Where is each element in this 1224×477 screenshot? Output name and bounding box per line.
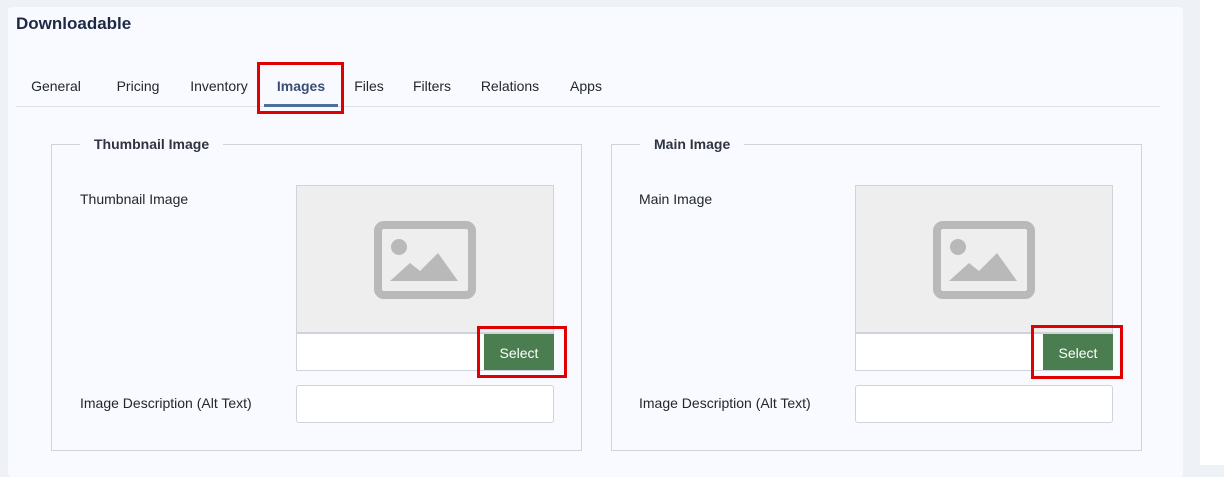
thumbnail-alt-text-input[interactable] <box>296 385 554 423</box>
tab-files[interactable]: Files <box>350 64 388 106</box>
tab-apps[interactable]: Apps <box>566 64 606 106</box>
thumbnail-image-legend: Thumbnail Image <box>80 136 224 152</box>
scroll-gutter <box>1200 0 1224 465</box>
thumbnail-alt-text-label: Image Description (Alt Text) <box>80 395 252 411</box>
image-placeholder-icon <box>374 221 476 299</box>
image-placeholder-icon <box>933 221 1035 299</box>
main-image-select-button[interactable]: Select <box>1043 334 1113 370</box>
thumbnail-select-button[interactable]: Select <box>484 334 554 370</box>
main-image-legend: Main Image <box>640 136 745 152</box>
tab-filters[interactable]: Filters <box>409 64 455 106</box>
tab-bar: General Pricing Inventory Images Files F… <box>16 64 1160 107</box>
tab-images[interactable]: Images <box>264 64 338 107</box>
tab-relations[interactable]: Relations <box>478 64 542 106</box>
page-title: Downloadable <box>16 14 132 33</box>
tab-general[interactable]: General <box>26 64 86 106</box>
thumbnail-image-label: Thumbnail Image <box>80 191 189 207</box>
main-image-label: Main Image <box>639 191 713 207</box>
tab-inventory[interactable]: Inventory <box>186 64 252 106</box>
main-image-alt-text-label: Image Description (Alt Text) <box>639 395 811 411</box>
tab-pricing[interactable]: Pricing <box>111 64 165 106</box>
thumbnail-image-preview[interactable] <box>296 185 554 333</box>
main-image-preview[interactable] <box>855 185 1113 333</box>
main-image-alt-text-input[interactable] <box>855 385 1113 423</box>
